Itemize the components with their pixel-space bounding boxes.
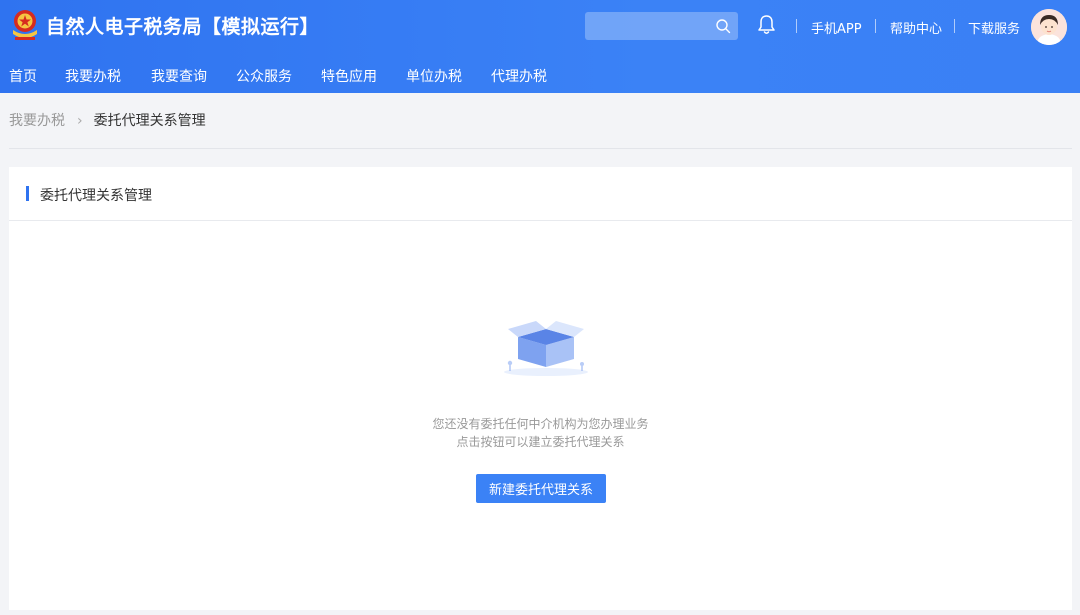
- title-accent-bar: [26, 186, 29, 201]
- main-nav: 首页 我要办税 我要查询 公众服务 特色应用 单位办税 代理办税: [0, 62, 1080, 90]
- mobile-app-link[interactable]: 手机APP: [811, 18, 862, 37]
- chevron-right-icon: ›: [77, 113, 83, 129]
- empty-message-line1: 您还没有委托任何中介机构为您办理业务: [432, 417, 649, 431]
- search-box[interactable]: [585, 12, 738, 40]
- empty-box-illustration: [504, 321, 588, 376]
- header-separator: [954, 19, 955, 33]
- tax-emblem-icon[interactable]: [10, 8, 40, 42]
- content-panel: 委托代理关系管理 您还没有委托任何中介机构为您办理业务 点击按钮可以建立委托代理…: [9, 167, 1072, 610]
- breadcrumb-parent[interactable]: 我要办税: [9, 113, 65, 129]
- breadcrumb: 我要办税 › 委托代理关系管理: [9, 110, 206, 130]
- user-avatar-icon: [1031, 9, 1067, 45]
- help-center-link[interactable]: 帮助中心: [890, 18, 942, 37]
- nav-item-home[interactable]: 首页: [9, 66, 37, 86]
- empty-message-line2: 点击按钮可以建立委托代理关系: [456, 435, 625, 449]
- avatar[interactable]: [1031, 9, 1067, 45]
- bell-icon[interactable]: [757, 14, 776, 35]
- search-icon[interactable]: [715, 18, 731, 34]
- nav-item-unit-tax[interactable]: 单位办税: [406, 66, 462, 86]
- header-separator: [875, 19, 876, 33]
- header-separator: [796, 19, 797, 33]
- breadcrumb-divider: [9, 148, 1072, 149]
- search-input[interactable]: [585, 12, 710, 40]
- nav-item-tax-handling[interactable]: 我要办税: [65, 66, 121, 86]
- panel-header: 委托代理关系管理: [9, 167, 1072, 221]
- nav-item-query[interactable]: 我要查询: [151, 66, 207, 86]
- nav-item-public-service[interactable]: 公众服务: [236, 66, 292, 86]
- breadcrumb-current: 委托代理关系管理: [93, 113, 206, 129]
- create-agency-relation-button[interactable]: 新建委托代理关系: [476, 474, 606, 503]
- download-service-link[interactable]: 下载服务: [968, 18, 1020, 37]
- site-title: 自然人电子税务局【模拟运行】: [46, 16, 320, 38]
- top-header: 自然人电子税务局【模拟运行】 手机APP 帮助中心 下载服务 首页 我要办税 我…: [0, 0, 1080, 93]
- nav-item-special-apps[interactable]: 特色应用: [321, 66, 377, 86]
- panel-title: 委托代理关系管理: [40, 188, 152, 204]
- nav-item-agent-tax[interactable]: 代理办税: [491, 66, 547, 86]
